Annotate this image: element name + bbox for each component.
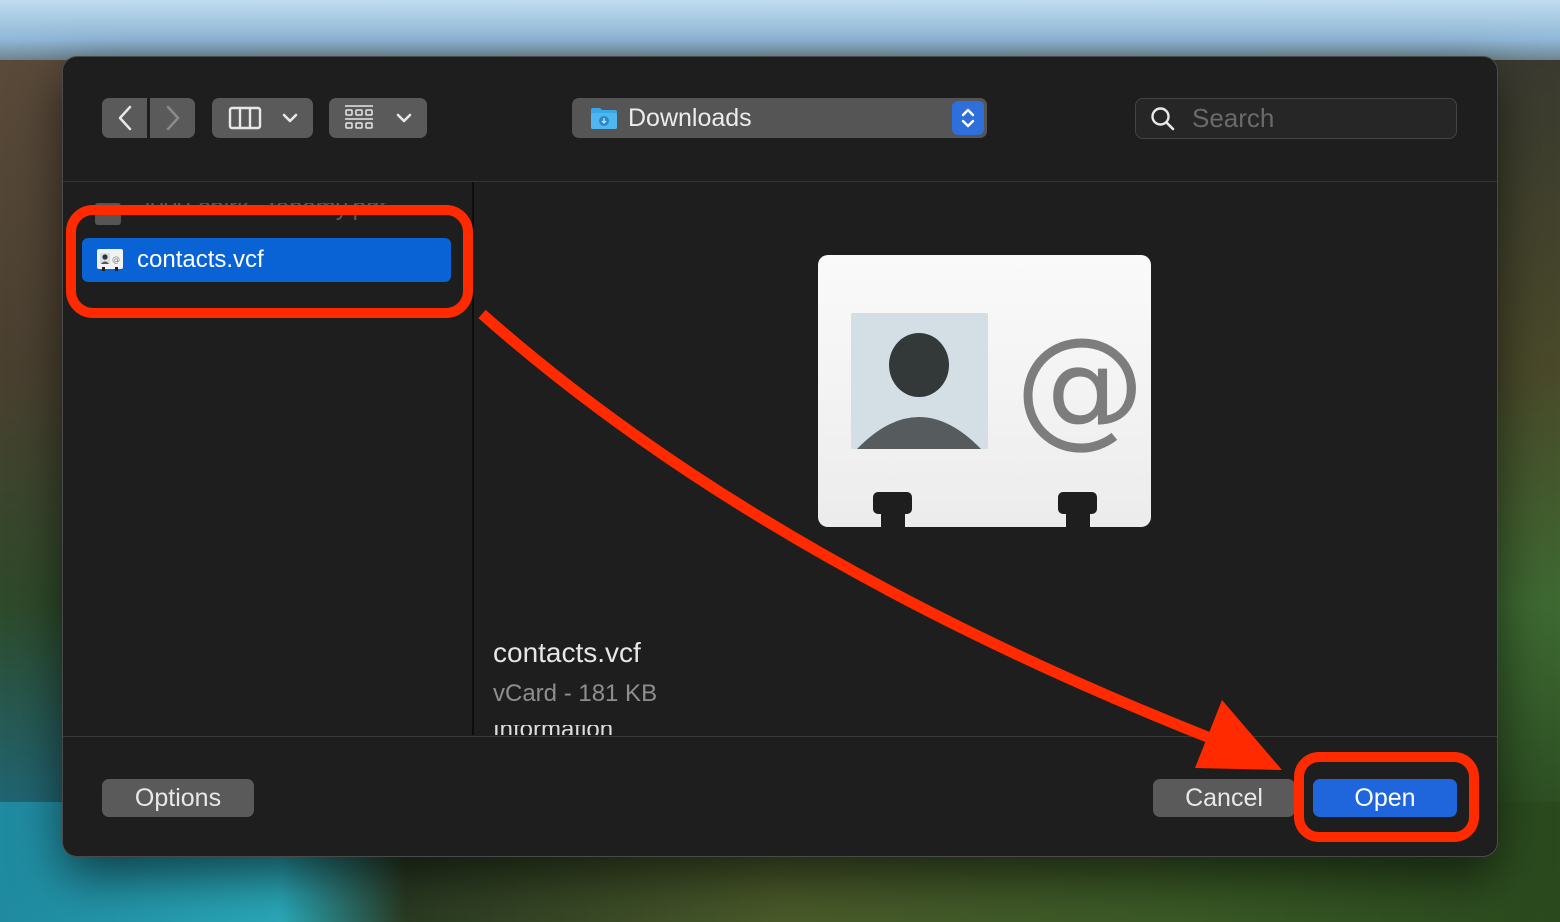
- file-name: contacts.vcf: [137, 246, 264, 273]
- preview-pane: @ contacts.vcf vCard - 181 KB Informatio…: [474, 182, 1497, 735]
- icon-grid-view-icon: [345, 105, 373, 129]
- search-icon: [1151, 106, 1175, 130]
- dialog-toolbar: Downloads: [63, 57, 1497, 182]
- pdf-file-icon: [95, 203, 121, 225]
- group-view-menu-button[interactable]: [329, 98, 427, 138]
- vcard-icon: @: [97, 249, 123, 271]
- desktop-wallpaper-left: [0, 60, 70, 840]
- location-label: Downloads: [628, 103, 752, 132]
- svg-text:@: @: [112, 255, 120, 264]
- file-name: 2000-shirk...tenemy.pdf: [137, 203, 387, 221]
- options-button[interactable]: Options: [102, 779, 254, 817]
- back-button[interactable]: [102, 98, 147, 138]
- search-input[interactable]: [1190, 102, 1434, 135]
- file-list-item[interactable]: 2000-shirk...tenemy.pdf: [95, 203, 386, 225]
- chevron-right-icon: [166, 105, 179, 131]
- location-stepper[interactable]: [952, 101, 984, 135]
- open-file-dialog: Downloads 2000-shirk...tenemy.pdf @ cont…: [63, 57, 1497, 856]
- chevron-left-icon: [118, 105, 131, 131]
- chevron-down-icon: [282, 113, 297, 123]
- open-button[interactable]: Open: [1313, 779, 1457, 817]
- search-field[interactable]: [1135, 98, 1457, 139]
- preview-file-name: contacts.vcf: [493, 637, 641, 668]
- preview-info-heading[interactable]: Information: [493, 725, 613, 735]
- file-list-item-selected[interactable]: @ contacts.vcf: [82, 238, 451, 282]
- column-view-icon: [228, 106, 261, 130]
- preview-file-meta: vCard - 181 KB: [493, 680, 658, 707]
- dialog-footer: Options Cancel Open: [63, 736, 1497, 856]
- up-down-chevron-icon: [961, 108, 975, 128]
- downloads-folder-icon: [591, 108, 617, 129]
- forward-button[interactable]: [150, 98, 195, 138]
- vcard-illustration: @: [851, 309, 1145, 527]
- cancel-button[interactable]: Cancel: [1153, 779, 1295, 817]
- svg-text:@: @: [1015, 309, 1145, 461]
- chevron-down-icon: [396, 113, 412, 123]
- desktop-wallpaper-right: [1490, 60, 1560, 840]
- location-popup[interactable]: Downloads: [572, 98, 987, 138]
- column-view-menu-button[interactable]: [212, 98, 313, 138]
- vcard-large-icon: @: [818, 255, 1151, 527]
